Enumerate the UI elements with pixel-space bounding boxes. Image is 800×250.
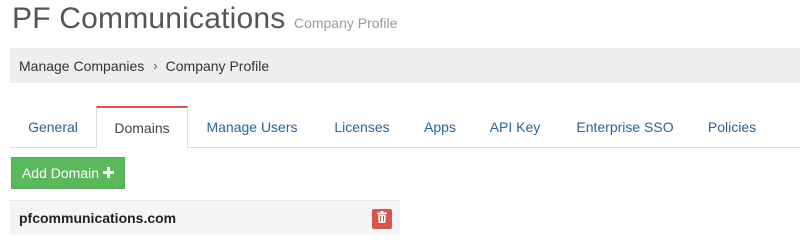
breadcrumb: Manage Companies › Company Profile — [10, 48, 800, 83]
tab-apps[interactable]: Apps — [408, 106, 472, 148]
trash-icon — [377, 210, 387, 228]
breadcrumb-link-manage-companies[interactable]: Manage Companies — [19, 58, 144, 74]
domain-name: pfcommunications.com — [19, 210, 177, 226]
delete-domain-button[interactable] — [372, 209, 392, 229]
breadcrumb-current: Company Profile — [165, 57, 270, 74]
tab-policies[interactable]: Policies — [692, 106, 772, 148]
tab-manage-users[interactable]: Manage Users — [188, 106, 316, 148]
company-name: PF Communications — [12, 2, 286, 35]
tab-bar: General Domains Manage Users Licenses Ap… — [10, 106, 800, 149]
tab-domains[interactable]: Domains — [96, 106, 188, 149]
domain-row: pfcommunications.com — [10, 200, 400, 235]
add-domain-button[interactable]: Add Domain — [11, 157, 125, 189]
add-domain-label: Add Domain — [21, 165, 100, 181]
tab-enterprise-sso[interactable]: Enterprise SSO — [558, 106, 692, 148]
page-subtitle: Company Profile — [293, 15, 398, 31]
page-title: PF Communications Company Profile — [12, 2, 397, 36]
tab-api-key[interactable]: API Key — [472, 106, 558, 148]
tab-general[interactable]: General — [10, 106, 96, 148]
tab-licenses[interactable]: Licenses — [316, 106, 408, 148]
breadcrumb-separator: › — [153, 58, 158, 73]
plus-icon — [103, 165, 115, 182]
